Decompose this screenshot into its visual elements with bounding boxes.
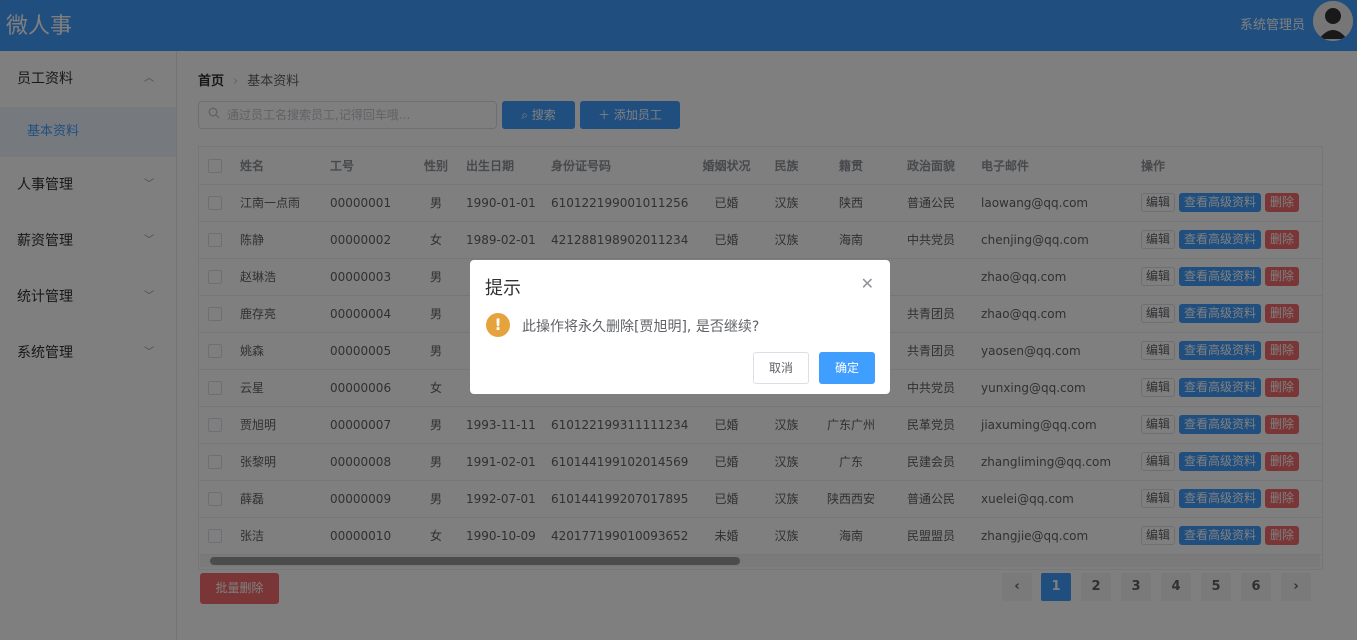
confirm-dialog: 提示 ✕ ! 此操作将永久删除[贾旭明], 是否继续? 取消 确定	[470, 260, 890, 394]
confirm-button[interactable]: 确定	[819, 352, 875, 384]
warning-icon: !	[486, 313, 510, 337]
dialog-message: 此操作将永久删除[贾旭明], 是否继续?	[522, 319, 760, 335]
dialog-title: 提示	[485, 278, 521, 299]
cancel-button[interactable]: 取消	[753, 352, 809, 384]
close-icon[interactable]: ✕	[861, 274, 874, 293]
